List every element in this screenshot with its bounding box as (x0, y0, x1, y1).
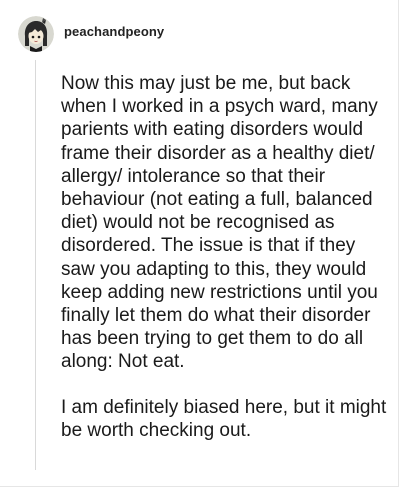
username-link[interactable]: peachandpeony (64, 24, 164, 39)
avatar-cartoon-girl-icon[interactable] (18, 16, 54, 52)
post-header: peachandpeony (18, 16, 164, 52)
post-paragraph: I am definitely biased here, but it migh… (61, 396, 387, 441)
post-card: peachandpeony Now this may just be me, b… (0, 0, 399, 487)
post-paragraph: Now this may just be me, but back when I… (61, 73, 378, 373)
post-body: Now this may just be me, but back when I… (61, 72, 391, 464)
thread-line (35, 60, 36, 470)
